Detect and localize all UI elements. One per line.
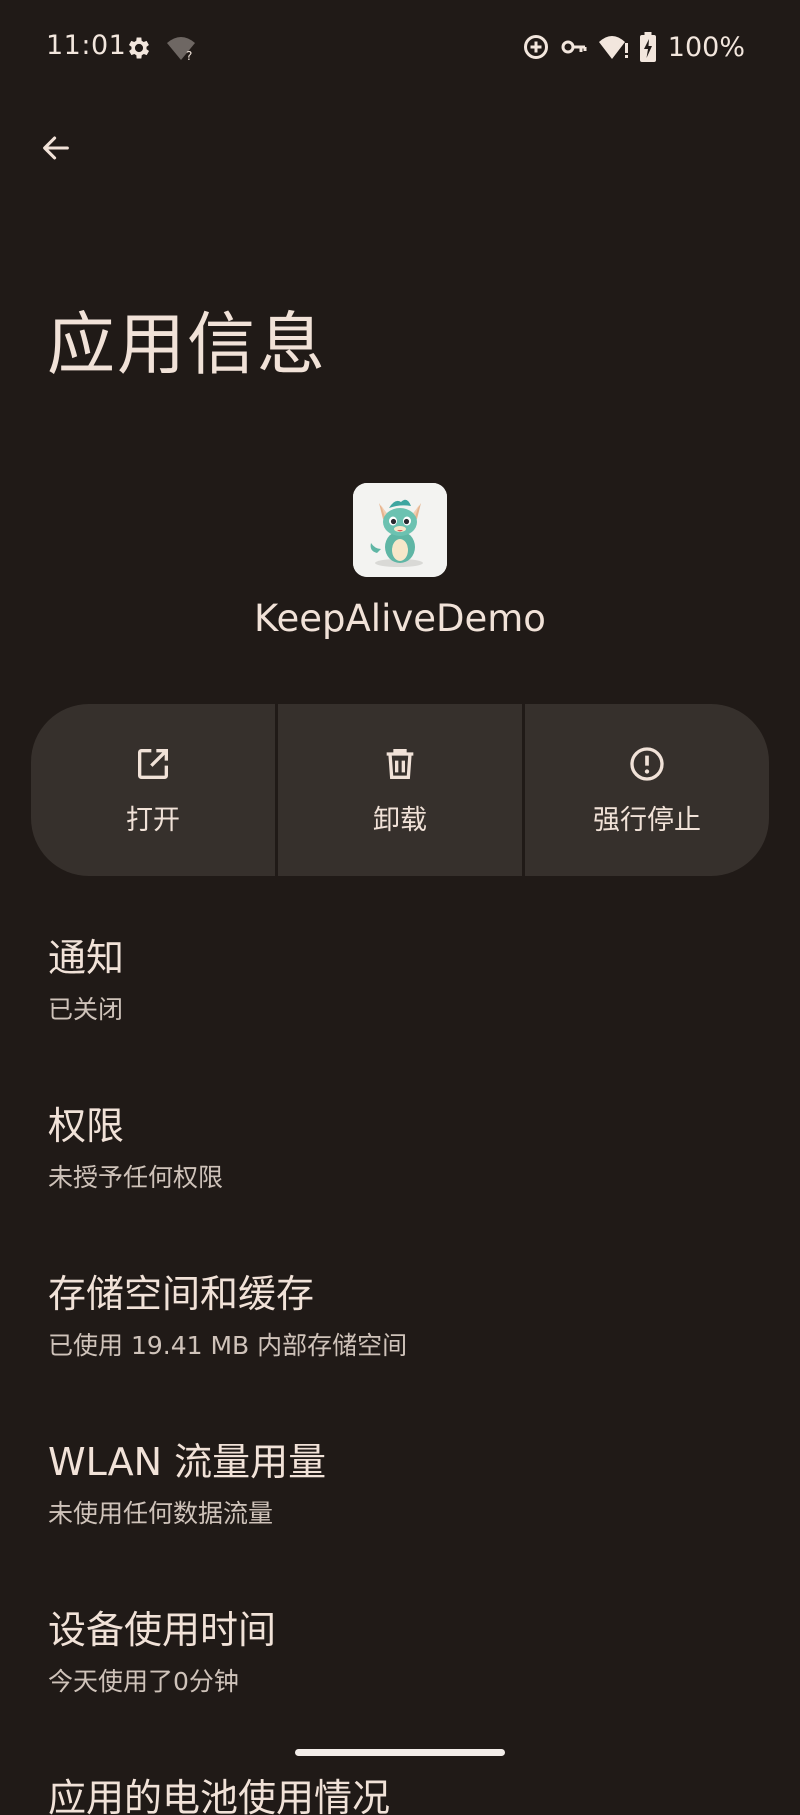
item-subtitle: 已关闭 <box>48 995 124 1024</box>
gear-icon <box>125 34 153 62</box>
force-stop-label: 强行停止 <box>593 804 701 836</box>
wifi-unknown-icon: ? <box>166 34 195 63</box>
gesture-navigation-bar[interactable] <box>295 1749 505 1756</box>
status-right-icons: 100% <box>522 30 745 64</box>
item-subtitle: 今天使用了0分钟 <box>48 1667 239 1696</box>
data-saver-icon <box>522 33 550 61</box>
alert-circle-icon <box>630 746 664 781</box>
open-label: 打开 <box>126 804 180 836</box>
item-title: 存储空间和缓存 <box>48 1272 315 1316</box>
status-bar: 11:01 ? 100% <box>0 0 800 96</box>
trash-icon <box>386 748 414 779</box>
item-title: 权限 <box>48 1104 125 1148</box>
page-title: 应用信息 <box>47 306 328 385</box>
force-stop-button[interactable]: 强行停止 <box>525 704 769 876</box>
app-icon <box>353 483 447 577</box>
item-subtitle: 未授予任何权限 <box>48 1163 224 1192</box>
svg-text:?: ? <box>186 49 192 62</box>
item-title: 设备使用时间 <box>48 1608 277 1652</box>
open-button[interactable]: 打开 <box>31 704 275 876</box>
dragon-mascot-icon <box>353 483 447 577</box>
open-external-icon <box>138 748 168 779</box>
item-subtitle: 未使用任何数据流量 <box>48 1499 274 1528</box>
action-bar: 打开 卸载 强行停止 <box>31 704 769 876</box>
permissions-item[interactable]: 权限 未授予任何权限 <box>48 1107 768 1271</box>
status-time: 11:01 <box>46 30 127 61</box>
item-subtitle: 已使用 19.41 MB 内部存储空间 <box>48 1331 408 1360</box>
item-title: 通知 <box>48 936 125 980</box>
settings-list: 通知 已关闭 权限 未授予任何权限 存储空间和缓存 已使用 19.41 MB 内… <box>48 935 768 1815</box>
uninstall-label: 卸载 <box>373 804 427 836</box>
battery-usage-item[interactable]: 应用的电池使用情况 <box>48 1775 768 1815</box>
storage-item[interactable]: 存储空间和缓存 已使用 19.41 MB 内部存储空间 <box>48 1275 768 1439</box>
vpn-key-icon <box>560 33 588 61</box>
item-title: 应用的电池使用情况 <box>48 1776 391 1815</box>
battery-percent: 100% <box>667 31 745 63</box>
back-button[interactable] <box>30 122 82 174</box>
notifications-item[interactable]: 通知 已关闭 <box>48 939 768 1103</box>
app-name: KeepAliveDemo <box>254 597 546 640</box>
wlan-data-usage-item[interactable]: WLAN 流量用量 未使用任何数据流量 <box>48 1443 768 1607</box>
battery-charging-icon <box>639 32 656 62</box>
arrow-back-icon <box>43 136 69 160</box>
item-title: WLAN 流量用量 <box>48 1440 327 1484</box>
uninstall-button[interactable]: 卸载 <box>278 704 522 876</box>
wifi-alert-icon <box>598 33 630 61</box>
